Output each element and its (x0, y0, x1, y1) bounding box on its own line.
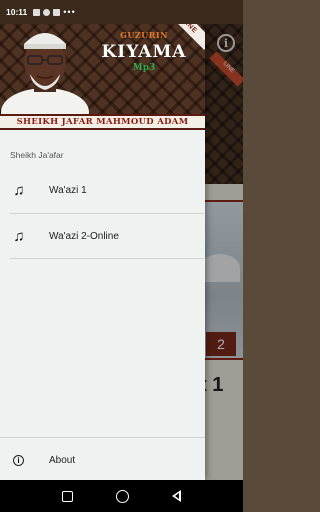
system-navigation-bar (0, 480, 243, 512)
navigation-drawer: OFFLINE GUZURIN KIYAMA Mp3 SHEIKH JAFAR … (0, 0, 205, 480)
app-subtitle: Mp3 (132, 63, 156, 73)
app-title: KIYAMA (101, 42, 187, 62)
music-note-icon: ♫ (13, 181, 25, 199)
drawer-item-waazi-1[interactable]: ♫ Wa'azi 1 (0, 168, 205, 212)
section-label: Sheikh Ja'afar (10, 150, 64, 160)
speaker-name-bar: SHEIKH JAFAR MAHMOUD ADAM (0, 114, 205, 130)
speaker-name: SHEIKH JAFAR MAHMOUD ADAM (16, 117, 189, 127)
drawer-item-label: Wa'azi 2-Online (49, 230, 119, 242)
notification-icon (33, 8, 41, 16)
drawer-item-waazi-2-online[interactable]: ♫ Wa'azi 2-Online (0, 214, 205, 258)
drawer-item-about[interactable]: i About (0, 438, 205, 482)
home-button[interactable] (115, 489, 129, 503)
status-icons: ••• (33, 7, 75, 17)
app-notification-icon (43, 8, 51, 16)
app-title-block: GUZURIN KIYAMA Mp3 (84, 30, 204, 73)
recent-apps-button[interactable] (61, 490, 73, 502)
back-button[interactable] (172, 490, 182, 502)
music-note-icon: ♫ (13, 227, 25, 245)
drawer-item-label: Wa'azi 1 (49, 184, 87, 196)
more-notifications-icon: ••• (63, 7, 76, 17)
sheikh-portrait-image (1, 33, 89, 114)
status-time: 10:11 (6, 7, 28, 17)
divider (10, 258, 204, 259)
drawer-item-label: About (49, 454, 76, 466)
info-icon: i (13, 454, 24, 466)
notification-icon (53, 8, 61, 16)
title-overline: GUZURIN (120, 30, 168, 40)
drawer-scrim[interactable] (205, 24, 243, 480)
status-bar: 10:11 ••• (0, 0, 243, 24)
